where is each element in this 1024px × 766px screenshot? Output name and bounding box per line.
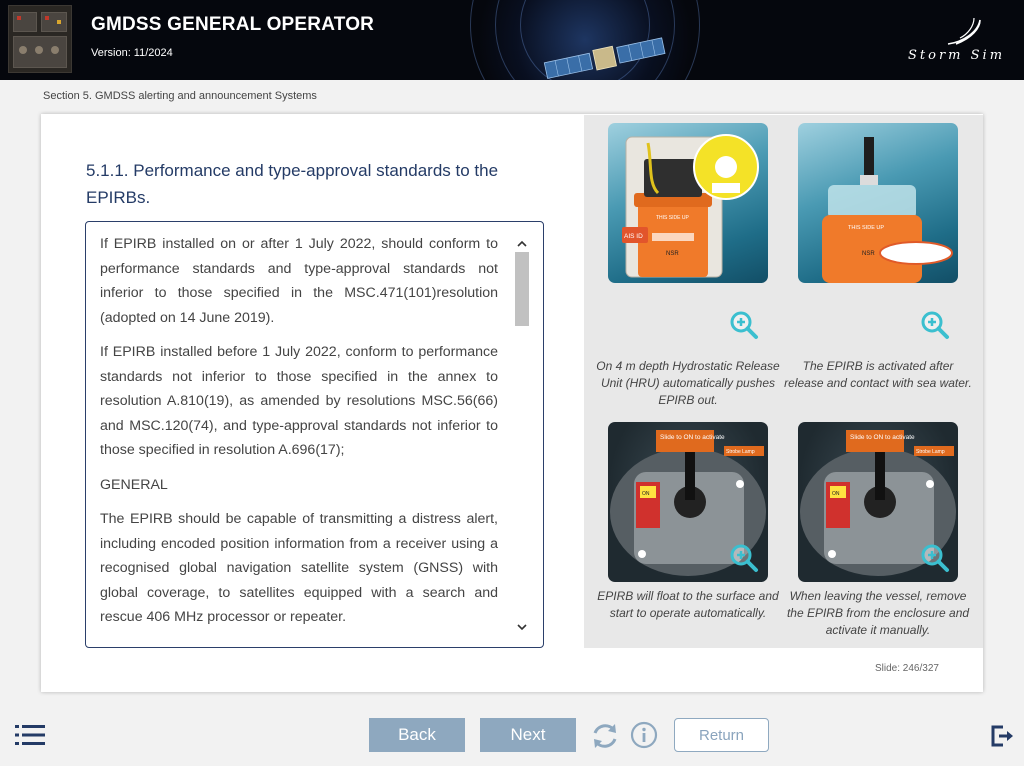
breadcrumb: Section 5. GMDSS alerting and announceme… [43,90,317,102]
lesson-card: 5.1.1. Performance and type-approval sta… [41,114,983,692]
menu-icon[interactable] [15,724,45,746]
lesson-paragraph: If EPIRB installed before 1 July 2022, c… [100,344,498,458]
zoom-in-icon[interactable] [729,310,759,340]
gallery-caption: On 4 m depth Hydrostatic Release Unit (H… [596,359,780,407]
gallery-image-hru[interactable]: AIS ID THIS SIDE UP NSR [608,123,768,283]
nsr-label: NSR [666,251,679,257]
lesson-subheading: GENERAL [100,476,168,493]
return-button[interactable]: Return [674,718,769,752]
gallery-caption: When leaving the vessel, remove the EPIR… [786,589,970,637]
lesson-heading: 5.1.1. Performance and type-approval sta… [86,161,499,207]
zoom-in-icon[interactable] [920,310,950,340]
chevron-up-icon [517,240,527,247]
lesson-text-panel[interactable]: If EPIRB installed on or after 1 July 20… [85,221,544,648]
this-side-up-label: THIS SIDE UP [848,225,884,231]
zoom-in-icon[interactable] [729,543,759,573]
on-switch-label: ON [832,491,840,497]
course-thumbnail [8,5,72,73]
scroll-down-button[interactable] [514,620,530,634]
gallery-caption: EPIRB will float to the surface and star… [597,589,779,620]
ais-id-label: AIS ID [624,233,643,240]
slide-counter: Slide: 246/327 [875,663,939,674]
epirb-bracket-illustration: AIS ID THIS SIDE UP NSR [622,134,759,278]
gallery-image-activation[interactable]: THIS SIDE UP NSR [798,123,958,283]
zoom-in-icon[interactable] [920,543,950,573]
nsr-label: NSR [862,251,875,257]
strobe-lamp-label: Strobe Lamp [916,449,945,455]
strobe-lamp-label: Strobe Lamp [726,449,755,455]
scrollbar-thumb[interactable] [515,252,529,326]
satellite-icon [543,37,666,79]
on-switch-label: ON [642,491,650,497]
brand-logo: Storm Sim [908,14,1013,70]
app-version: Version: 11/2024 [91,47,173,59]
scroll-up-button[interactable] [514,236,530,250]
next-button[interactable]: Next [480,718,576,752]
this-side-up-label: THIS SIDE UP [656,215,689,221]
epirb-float-illustration: THIS SIDE UP NSR [822,137,953,283]
slide-on-label: Slide to ON to activate [850,434,915,441]
app-header: GMDSS GENERAL OPERATOR Version: 11/2024 … [0,0,1024,80]
exit-icon[interactable] [990,725,1014,747]
app-title: GMDSS GENERAL OPERATOR [91,14,375,35]
lesson-paragraph: The EPIRB should be capable of transmitt… [100,511,498,625]
brand-swoosh-icon [947,17,981,45]
chevron-down-icon [517,623,527,630]
image-gallery: AIS ID THIS SIDE UP NSR On 4 m depth Hyd… [584,115,983,648]
brand-name: Storm Sim [908,48,1006,63]
reload-icon[interactable] [590,721,620,751]
back-button[interactable]: Back [369,718,465,752]
lesson-paragraph: If EPIRB installed on or after 1 July 20… [100,236,498,326]
lesson-text: If EPIRB installed on or after 1 July 20… [100,232,498,640]
info-icon[interactable] [630,721,658,749]
gallery-caption: The EPIRB is activated after release and… [784,359,972,390]
slide-on-label: Slide to ON to activate [660,434,725,441]
